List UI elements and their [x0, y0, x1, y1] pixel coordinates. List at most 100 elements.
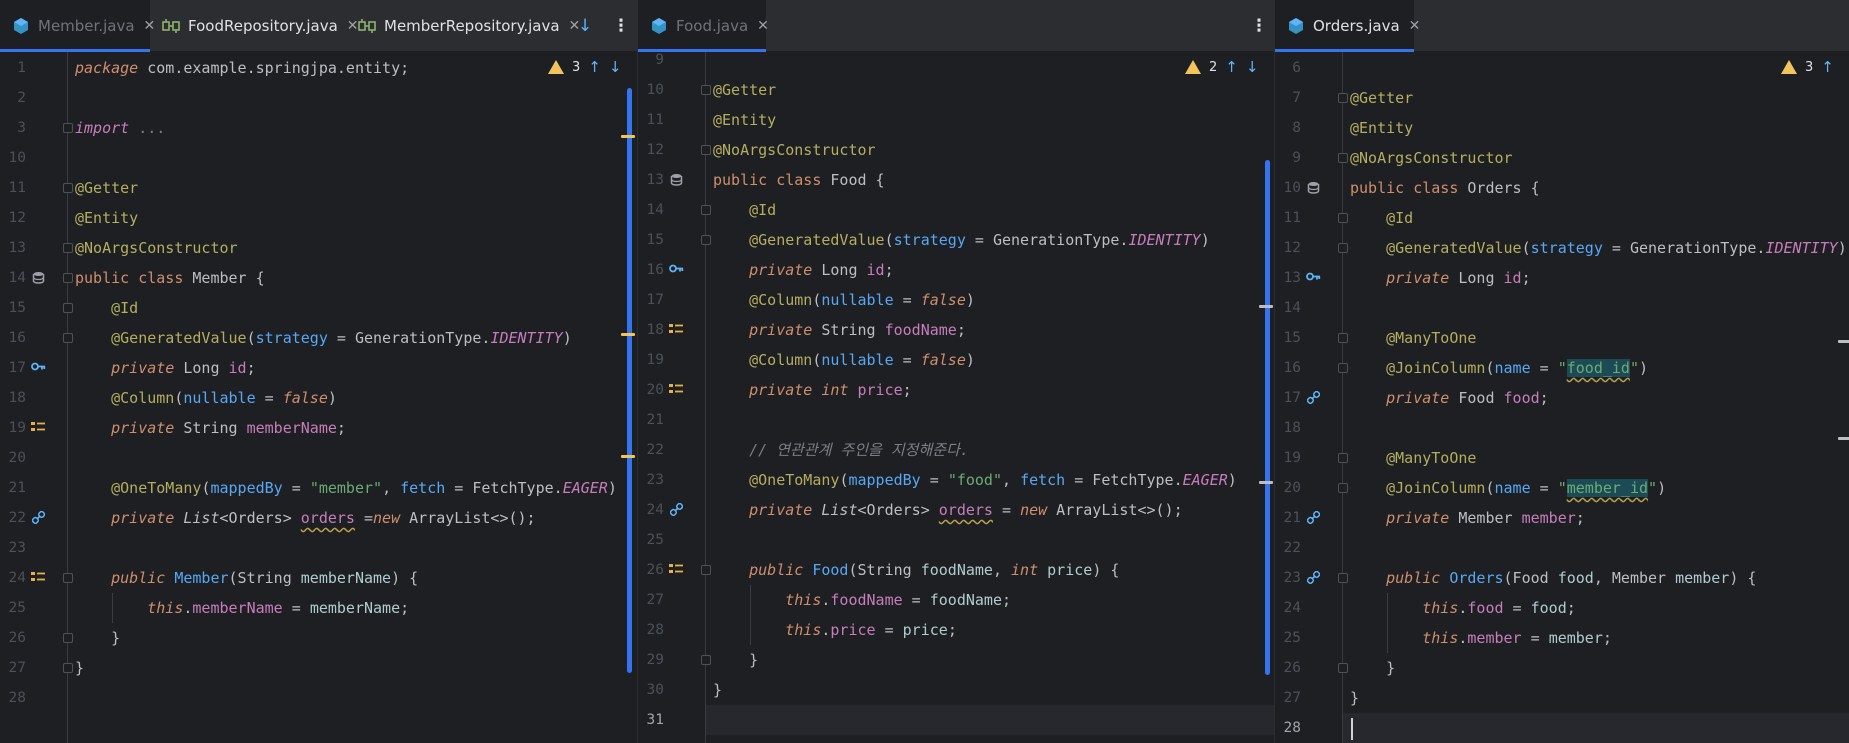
previous-highlight-icon[interactable]: ↑ — [1225, 58, 1238, 76]
error-stripe-mark[interactable] — [1838, 340, 1849, 343]
code-line[interactable]: @OneToMany(mappedBy = "food", fetch = Fe… — [713, 465, 1237, 495]
line-number[interactable]: 26 — [638, 555, 664, 585]
code-line[interactable]: @NoArgsConstructor — [1350, 143, 1513, 173]
error-stripe-mark[interactable] — [621, 135, 635, 138]
fold-marker-icon[interactable] — [63, 573, 73, 583]
line-number[interactable]: 28 — [638, 615, 664, 645]
inspection-widget[interactable]: 3 ↑ ↓ — [548, 58, 621, 76]
database-icon[interactable] — [668, 173, 684, 187]
error-stripe-mark[interactable] — [621, 455, 635, 458]
line-number[interactable]: 24 — [1275, 593, 1301, 623]
fold-marker-icon[interactable] — [1338, 573, 1348, 583]
previous-highlight-icon[interactable]: ↑ — [588, 58, 601, 76]
fold-marker-icon[interactable] — [1338, 93, 1348, 103]
line-number[interactable]: 24 — [638, 495, 664, 525]
code-line[interactable]: @ManyToOne — [1350, 443, 1476, 473]
code-line[interactable]: private List<Orders> orders = new ArrayL… — [713, 495, 1183, 525]
code-line[interactable]: @Id — [713, 195, 776, 225]
tab-member-java[interactable]: Member.java ✕ — [0, 0, 155, 52]
line-number[interactable]: 2 — [0, 83, 26, 113]
previous-highlight-icon[interactable]: ↑ — [1821, 58, 1834, 76]
key-icon[interactable] — [1305, 271, 1321, 285]
line-number[interactable]: 19 — [638, 345, 664, 375]
code-line[interactable]: @ManyToOne — [1350, 323, 1476, 353]
line-number[interactable]: 23 — [0, 533, 26, 563]
code-line[interactable]: @Getter — [1350, 83, 1413, 113]
fold-marker-icon[interactable] — [63, 273, 73, 283]
code-line[interactable]: public Member(String memberName) { — [75, 563, 418, 593]
fold-marker-icon[interactable] — [701, 85, 711, 95]
fold-marker-icon[interactable] — [63, 123, 73, 133]
line-number[interactable]: 9 — [1275, 143, 1301, 173]
close-icon[interactable]: ✕ — [757, 18, 769, 34]
fold-marker-icon[interactable] — [1338, 213, 1348, 223]
line-number[interactable]: 27 — [0, 653, 26, 683]
fold-marker-icon[interactable] — [701, 145, 711, 155]
fold-marker-icon[interactable] — [701, 655, 711, 665]
code-line[interactable]: @Column(nullable = false) — [713, 345, 975, 375]
code-line[interactable]: @NoArgsConstructor — [713, 135, 876, 165]
line-number[interactable]: 23 — [1275, 563, 1301, 593]
error-stripe-mark[interactable] — [1259, 481, 1273, 484]
line-number[interactable]: 25 — [638, 525, 664, 555]
line-number[interactable]: 3 — [0, 113, 26, 143]
link-icon[interactable] — [1305, 570, 1321, 585]
line-number[interactable]: 13 — [638, 165, 664, 195]
tab-orders-java[interactable]: Orders.java ✕ — [1275, 0, 1420, 52]
code-line[interactable]: @GeneratedValue(strategy = GenerationTyp… — [75, 323, 572, 353]
line-number[interactable]: 16 — [0, 323, 26, 353]
line-number[interactable]: 20 — [638, 375, 664, 405]
code-line[interactable]: private Long id; — [1350, 263, 1531, 293]
line-number[interactable]: 15 — [1275, 323, 1301, 353]
code-line[interactable]: @NoArgsConstructor — [75, 233, 238, 263]
fold-marker-icon[interactable] — [63, 183, 73, 193]
line-number[interactable]: 26 — [1275, 653, 1301, 683]
error-stripe-mark[interactable] — [621, 333, 635, 336]
line-number[interactable]: 14 — [1275, 293, 1301, 323]
code-line[interactable]: } — [75, 653, 84, 683]
line-number[interactable]: 16 — [1275, 353, 1301, 383]
line-number[interactable]: 10 — [0, 143, 26, 173]
line-number[interactable]: 22 — [638, 435, 664, 465]
fold-marker-icon[interactable] — [1338, 453, 1348, 463]
code-line[interactable]: public class Food { — [713, 165, 885, 195]
vertical-scrollbar[interactable] — [627, 88, 632, 673]
line-number[interactable]: 12 — [0, 203, 26, 233]
code-line[interactable]: private List<Orders> orders =new ArrayLi… — [75, 503, 535, 533]
line-number[interactable]: 14 — [638, 195, 664, 225]
code-line[interactable]: } — [75, 623, 120, 653]
line-number[interactable]: 15 — [0, 293, 26, 323]
code-line[interactable]: import ... — [75, 113, 165, 143]
more-options-icon[interactable]: ⋮ — [611, 14, 631, 38]
fold-marker-icon[interactable] — [63, 303, 73, 313]
next-highlight-icon[interactable]: ↓ — [609, 58, 622, 76]
code-line[interactable]: @GeneratedValue(strategy = GenerationTyp… — [713, 225, 1210, 255]
code-line[interactable]: this.memberName = memberName; — [75, 593, 409, 623]
code-line[interactable]: } — [1350, 653, 1395, 683]
line-number[interactable]: 12 — [638, 135, 664, 165]
fold-marker-icon[interactable] — [701, 235, 711, 245]
line-number[interactable]: 7 — [1275, 83, 1301, 113]
code-line[interactable]: private Long id; — [75, 353, 256, 383]
link-icon[interactable] — [30, 510, 46, 525]
code-line[interactable]: @GeneratedValue(strategy = GenerationTyp… — [1350, 233, 1847, 263]
line-number[interactable]: 20 — [1275, 473, 1301, 503]
database-icon[interactable] — [1305, 181, 1321, 195]
line-number[interactable]: 30 — [638, 675, 664, 705]
tab-memberrepository-java[interactable]: MemberRepository.java ✕ — [346, 0, 580, 52]
code-line[interactable]: this.foodName = foodName; — [713, 585, 1011, 615]
line-number[interactable]: 9 — [638, 45, 664, 75]
implemented-icon[interactable] — [30, 571, 46, 585]
link-icon[interactable] — [1305, 510, 1321, 525]
line-number[interactable]: 16 — [638, 255, 664, 285]
line-number[interactable]: 1 — [0, 53, 26, 83]
code-line[interactable]: @Id — [1350, 203, 1413, 233]
code-line[interactable]: @Id — [75, 293, 138, 323]
line-number[interactable]: 18 — [1275, 413, 1301, 443]
code-line[interactable]: public class Member { — [75, 263, 265, 293]
link-icon[interactable] — [1305, 390, 1321, 405]
code-line[interactable]: } — [1350, 683, 1359, 713]
line-number[interactable]: 13 — [1275, 263, 1301, 293]
fold-marker-icon[interactable] — [63, 243, 73, 253]
line-number[interactable]: 21 — [0, 473, 26, 503]
